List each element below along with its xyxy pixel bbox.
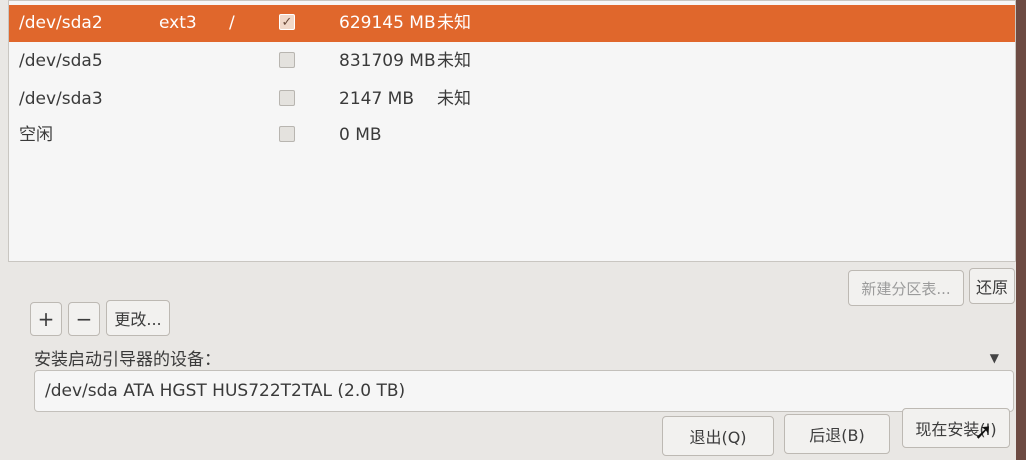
quit-button[interactable]: 退出(Q) [662,416,774,456]
bootloader-device-value: /dev/sda ATA HGST HUS722T2TAL (2.0 TB) [45,381,406,401]
bootloader-device-select[interactable]: /dev/sda ATA HGST HUS722T2TAL (2.0 TB) ▼ [34,351,1014,412]
add-partition-button[interactable]: + [30,302,62,336]
new-partition-table-button[interactable]: 新建分区表... [848,270,964,306]
partition-row-free[interactable]: 空闲 0 MB [9,117,1015,154]
partition-type: ext3 [159,13,197,33]
partition-size: 629145 MB [339,13,436,33]
partition-device: 空闲 [19,125,53,145]
partition-device: /dev/sda2 [19,13,103,33]
partition-used: 未知 [437,89,471,109]
partition-size: 831709 MB [339,51,436,71]
partition-table: /dev/sda2 ext3 / ✓ 629145 MB 未知 /dev/sda… [8,0,1016,262]
format-checkbox[interactable] [279,90,295,106]
partition-mount: / [229,13,235,33]
partition-used: 未知 [437,51,471,71]
format-checkbox[interactable] [279,126,295,142]
window-edge [1016,0,1026,460]
partition-row-sda5[interactable]: /dev/sda5 831709 MB 未知 [9,43,1015,80]
partition-device: /dev/sda5 [19,51,103,71]
partition-row-sda3[interactable]: /dev/sda3 2147 MB 未知 [9,81,1015,118]
change-partition-button[interactable]: 更改... [106,300,170,336]
back-button[interactable]: 后退(B) [784,414,890,454]
remove-partition-button[interactable]: − [68,302,100,336]
revert-button[interactable]: 还原 [969,268,1015,304]
partition-used: 未知 [437,13,471,33]
mouse-cursor-icon: ➚ [974,420,993,445]
format-checkbox[interactable]: ✓ [279,14,295,30]
partition-device: /dev/sda3 [19,89,103,109]
partition-row-sda2[interactable]: /dev/sda2 ext3 / ✓ 629145 MB 未知 [9,5,1015,42]
chevron-down-icon[interactable]: ▼ [990,351,999,365]
install-now-button[interactable]: 现在安装(I) [902,408,1010,448]
partition-size: 2147 MB [339,89,414,109]
partition-size: 0 MB [339,125,382,145]
bootloader-label: 安装启动引导器的设备： [34,350,221,370]
format-checkbox[interactable] [279,52,295,68]
